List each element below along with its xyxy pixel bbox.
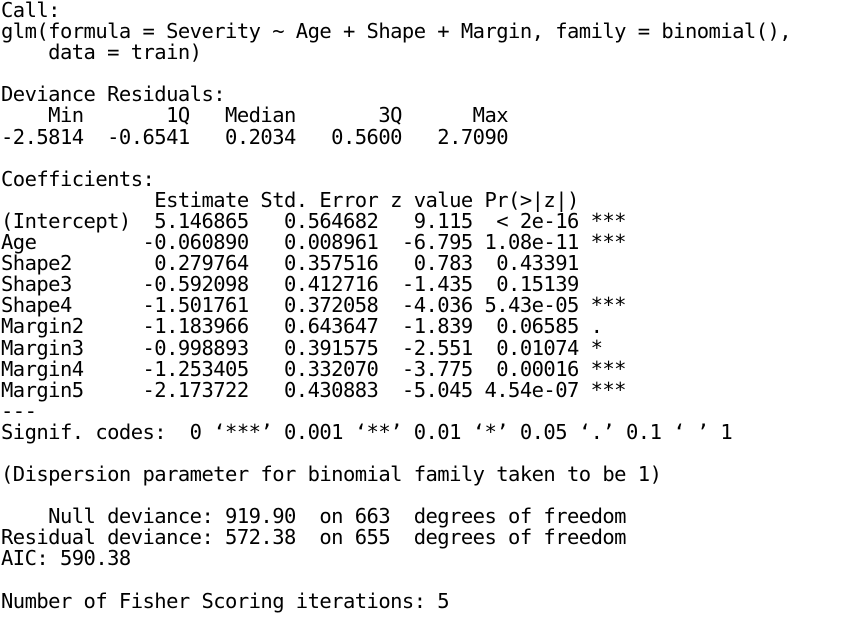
coefficient-row-intercept: (Intercept) 5.146865 0.564682 9.115 < 2e… — [1, 208, 627, 233]
coefficient-row-margin3: Margin3 -0.998893 0.391575 -2.551 0.0107… — [1, 335, 626, 360]
coefficient-row-shape3: Shape3 -0.592098 0.412716 -1.435 0.15139 — [1, 272, 626, 297]
dispersion-note: (Dispersion parameter for binomial famil… — [1, 462, 662, 487]
signif-codes: Signif. codes: 0 ‘***’ 0.001 ‘**’ 0.01 ‘… — [1, 419, 733, 444]
coefficient-row-shape2: Shape2 0.279764 0.357516 0.783 0.43391 — [1, 251, 626, 276]
coefficient-row-shape4: Shape4 -1.501761 0.372058 -4.036 5.43e-0… — [1, 293, 627, 318]
coefficient-row-margin2: Margin2 -1.183966 0.643647 -1.839 0.0658… — [1, 314, 626, 339]
deviance-residuals-header: Min 1Q Median 3Q Max — [1, 103, 509, 128]
deviance-residuals-title: Deviance Residuals: — [1, 82, 226, 107]
deviance-residuals-values: -2.5814 -0.6541 0.2034 0.5600 2.7090 — [1, 124, 509, 149]
call-formula-line-2: data = train) — [1, 40, 202, 65]
fisher-iterations: Number of Fisher Scoring iterations: 5 — [1, 588, 450, 613]
coefficient-row-margin5: Margin5 -2.173722 0.430883 -5.045 4.54e-… — [1, 377, 627, 402]
coefficients-title: Coefficients: — [1, 166, 155, 191]
coefficient-row-age: Age -0.060890 0.008961 -6.795 1.08e-11 *… — [1, 230, 627, 255]
call-header: Call: — [1, 0, 61, 22]
null-deviance: Null deviance: 919.90 on 663 degrees of … — [1, 504, 626, 529]
coefficients-header: Estimate Std. Error z value Pr(>|z|) — [1, 187, 626, 212]
coefficient-row-margin4: Margin4 -1.253405 0.332070 -3.775 0.0001… — [1, 356, 627, 381]
aic: AIC: 590.38 — [1, 546, 131, 571]
r-console-output: Call: glm(formula = Severity ~ Age + Sha… — [0, 0, 862, 639]
call-formula-line-1: glm(formula = Severity ~ Age + Shape + M… — [1, 19, 792, 44]
separator: --- — [1, 398, 37, 423]
residual-deviance: Residual deviance: 572.38 on 655 degrees… — [1, 525, 627, 550]
